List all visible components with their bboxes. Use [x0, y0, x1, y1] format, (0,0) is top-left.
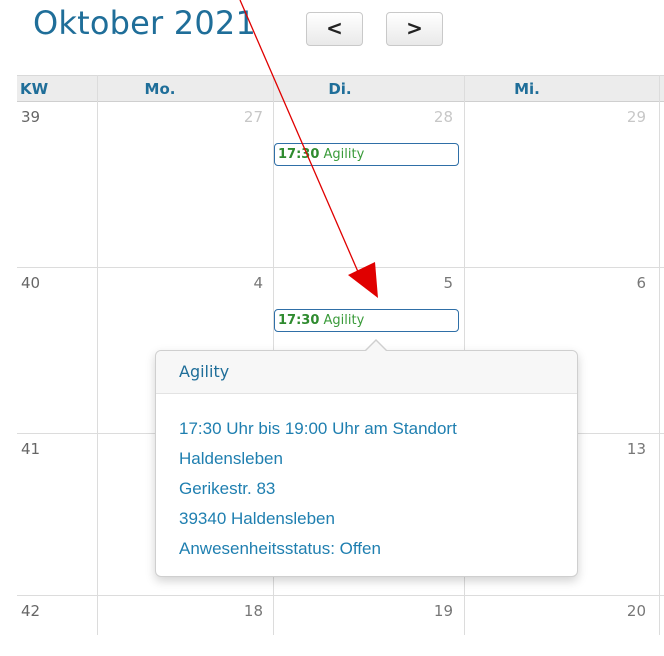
event-agility[interactable]: 17:30 Agility — [274, 143, 459, 166]
popover-street: Gerikestr. 83 — [179, 479, 276, 498]
popover-location-name: Haldensleben — [179, 449, 283, 468]
day-number[interactable]: 5 — [397, 274, 453, 292]
day-number[interactable]: 4 — [207, 274, 263, 292]
day-number[interactable]: 29 — [590, 108, 646, 126]
column-header-tuesday: Di. — [328, 80, 352, 98]
calendar-header: Oktober 2021 < > — [0, 0, 664, 66]
popover-city: 39340 Haldensleben — [179, 509, 335, 528]
event-title: Agility — [323, 313, 365, 328]
column-header-monday: Mo. — [144, 80, 176, 98]
popover-time-location: 17:30 Uhr bis 19:00 Uhr am Standort — [179, 419, 457, 438]
event-popover: Agility 17:30 Uhr bis 19:00 Uhr am Stand… — [155, 339, 578, 577]
day-number[interactable]: 28 — [397, 108, 453, 126]
popover-attendance-status: Anwesenheitsstatus: Offen — [179, 539, 381, 558]
column-header-kw: KW — [20, 80, 49, 98]
day-number[interactable]: 27 — [207, 108, 263, 126]
day-number[interactable]: 13 — [590, 440, 646, 458]
next-month-button[interactable]: > — [386, 12, 443, 46]
column-header-wednesday: Mi. — [514, 80, 540, 98]
weekday-header-row: KW Mo. Di. Mi. — [17, 75, 664, 102]
popover-title: Agility — [156, 351, 577, 394]
chevron-left-icon: < — [326, 16, 343, 40]
week-number: 39 — [21, 108, 41, 126]
event-time: 17:30 — [278, 313, 320, 328]
chevron-right-icon: > — [406, 16, 423, 40]
popover-body: 17:30 Uhr bis 19:00 Uhr am Standort Hald… — [156, 394, 577, 564]
event-title: Agility — [323, 147, 365, 162]
popover-arrow — [365, 341, 387, 352]
week-number: 42 — [21, 602, 41, 620]
day-number[interactable]: 18 — [207, 602, 263, 620]
month-title: Oktober 2021 — [33, 4, 257, 42]
prev-month-button[interactable]: < — [306, 12, 363, 46]
week-number: 40 — [21, 274, 41, 292]
event-time: 17:30 — [278, 147, 320, 162]
week-row-42: 42 18 19 20 — [17, 596, 664, 656]
event-agility[interactable]: 17:30 Agility — [274, 309, 459, 332]
week-number: 41 — [21, 440, 41, 458]
week-row-39: 39 27 28 29 — [17, 102, 664, 268]
day-number[interactable]: 20 — [590, 602, 646, 620]
day-number[interactable]: 6 — [590, 274, 646, 292]
day-number[interactable]: 19 — [397, 602, 453, 620]
